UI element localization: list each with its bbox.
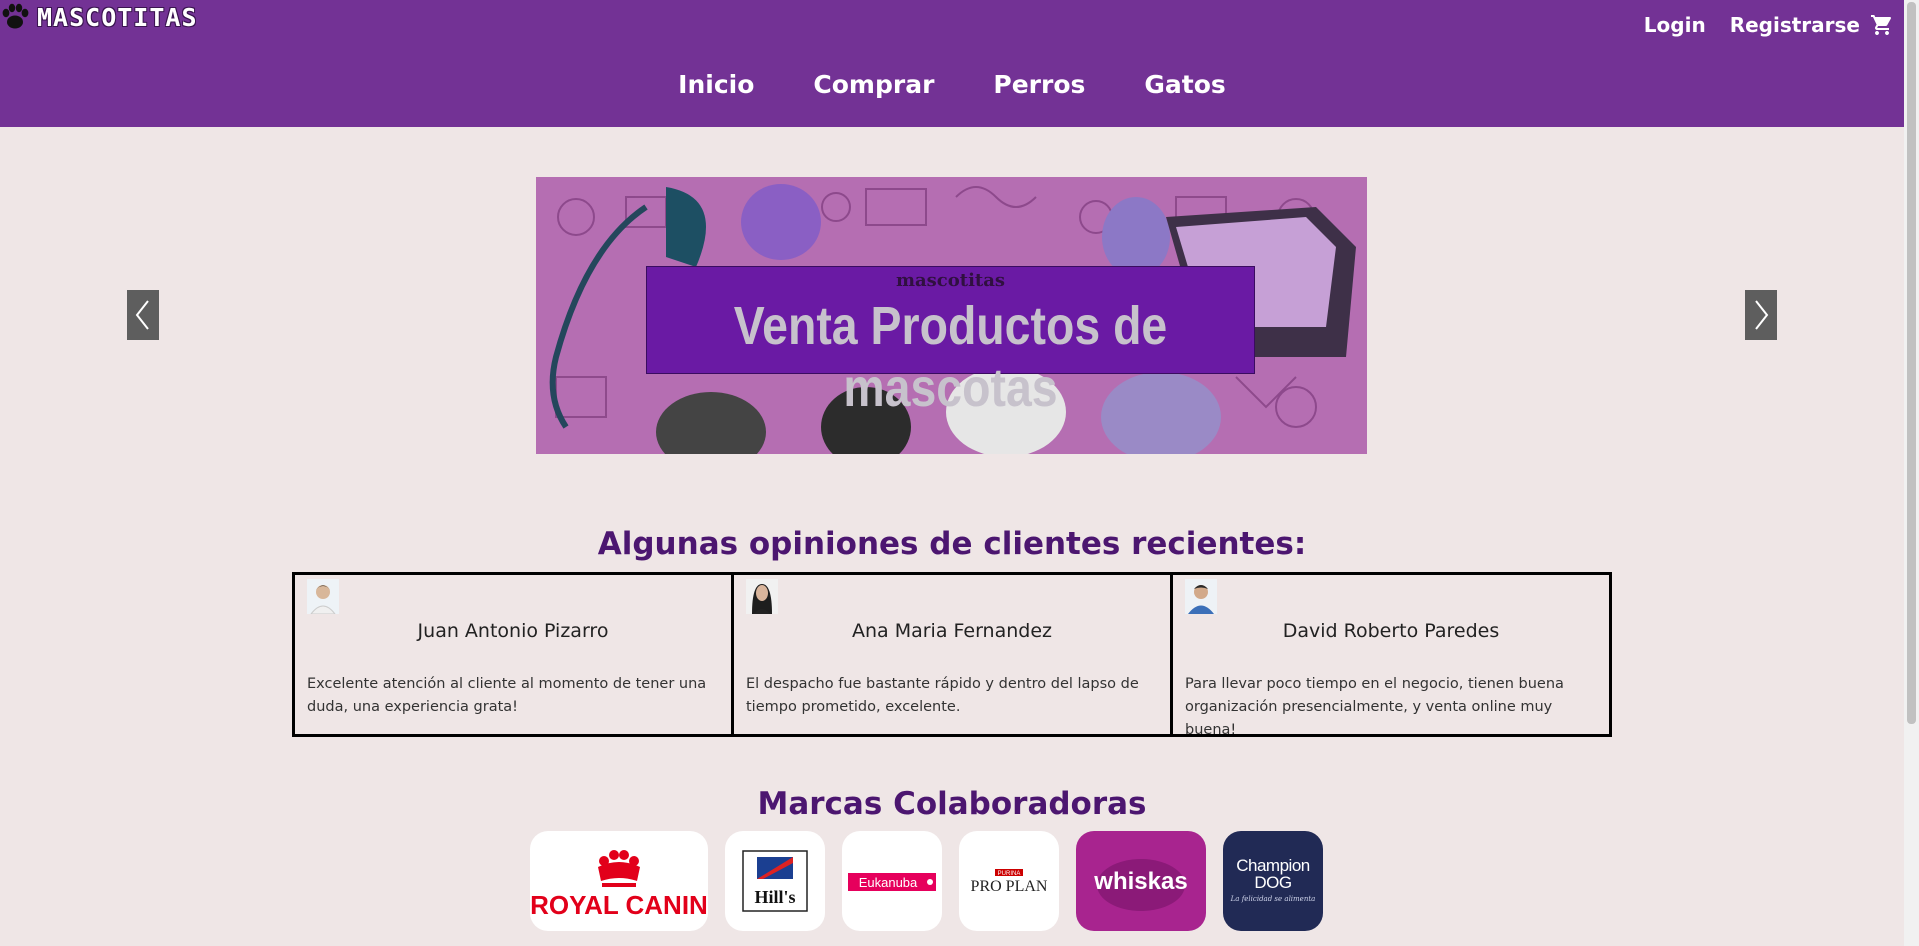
champion-dog-logo: Champion DOG La felicidad se alimenta [1230,856,1316,903]
banner-title: Venta Productos de mascotas [733,296,1168,418]
brand-purina-proplan[interactable]: PURINA PRO PLAN [959,831,1059,931]
svg-text:ChampionDOG: Champion DOG [1236,856,1310,892]
scrollbar-thumb[interactable] [1907,2,1916,724]
svg-text:Hill's: Hill's [754,887,795,907]
reviews-title: Algunas opiniones de clientes recientes: [597,526,1307,562]
review-card: Ana Maria Fernandez El despacho fue bast… [734,575,1173,734]
nav-comprar[interactable]: Comprar [813,70,934,99]
brand-champion-dog[interactable]: Champion DOG La felicidad se alimenta [1223,831,1323,931]
avatar [307,579,339,614]
brands-title: Marcas Colaboradoras [757,786,1147,822]
chevron-right-icon [1755,300,1769,330]
reviewer-name: Ana Maria Fernandez [851,620,1053,642]
banner-caption-box: mascotitas Venta Productos de mascotas [646,266,1255,418]
review-card: David Roberto Paredes Para llevar poco t… [1173,575,1609,738]
review-text: Para llevar poco tiempo en el negocio, t… [1185,676,1564,738]
whiskas-logo: whiskas [1093,859,1188,911]
avatar [746,579,778,614]
carousel-prev-button[interactable] [127,290,159,340]
svg-text:ROYAL CANIN: ROYAL CANIN [530,890,708,920]
eukanuba-logo: Eukanuba [848,873,936,891]
svg-text:La felicidad se alimenta: La felicidad se alimenta [1230,895,1316,903]
hills-logo: Hill's [742,850,808,912]
login-link[interactable]: Login [1644,13,1706,37]
banner-brand: mascotitas [895,270,1006,291]
brand-logos: ROYAL CANIN Hill's Eukanuba PURINA PRO P… [530,831,1323,931]
chevron-left-icon [135,300,149,330]
logo-text: MASCOTITAS [37,2,198,32]
svg-text:PRO PLAN: PRO PLAN [971,878,1048,895]
paw-icon [2,3,29,29]
svg-text:PURINA: PURINA [998,871,1021,877]
auth-links: Login Registrarse [1644,10,1894,40]
brand-eukanuba[interactable]: Eukanuba [842,831,942,931]
reviewer-name: Juan Antonio Pizarro [417,620,609,642]
brand-royal-canin[interactable]: ROYAL CANIN [530,831,708,931]
royal-canin-logo: ROYAL CANIN [530,850,708,920]
carousel-banner: mascotitas Venta Productos de mascotas [536,177,1367,454]
avatar [1185,579,1217,614]
top-header: MASCOTITAS Login Registrarse Inicio Comp… [0,0,1904,127]
nav-perros[interactable]: Perros [993,70,1085,99]
svg-text:Eukanuba: Eukanuba [859,875,918,890]
brand-whiskas[interactable]: whiskas [1076,831,1206,931]
purina-proplan-logo: PURINA PRO PLAN [971,869,1048,895]
review-text: El despacho fue bastante rápido y dentro… [746,676,1139,715]
svg-text:whiskas: whiskas [1093,868,1187,895]
brand-hills[interactable]: Hill's [725,831,825,931]
register-link[interactable]: Registrarse [1730,13,1860,37]
nav-inicio[interactable]: Inicio [678,70,754,99]
shopping-cart-icon[interactable] [1870,13,1894,37]
site-logo[interactable]: MASCOTITAS [0,0,198,34]
reviewer-name: David Roberto Paredes [1282,620,1500,642]
review-card: Juan Antonio Pizarro Excelente atención … [295,575,734,734]
page-scrollbar[interactable] [1904,0,1919,946]
nav-gatos[interactable]: Gatos [1144,70,1225,99]
carousel-next-button[interactable] [1745,290,1777,340]
main-nav: Inicio Comprar Perros Gatos [0,70,1904,99]
review-text: Excelente atención al cliente al momento… [307,676,707,715]
reviews-grid: Juan Antonio Pizarro Excelente atención … [292,572,1612,738]
